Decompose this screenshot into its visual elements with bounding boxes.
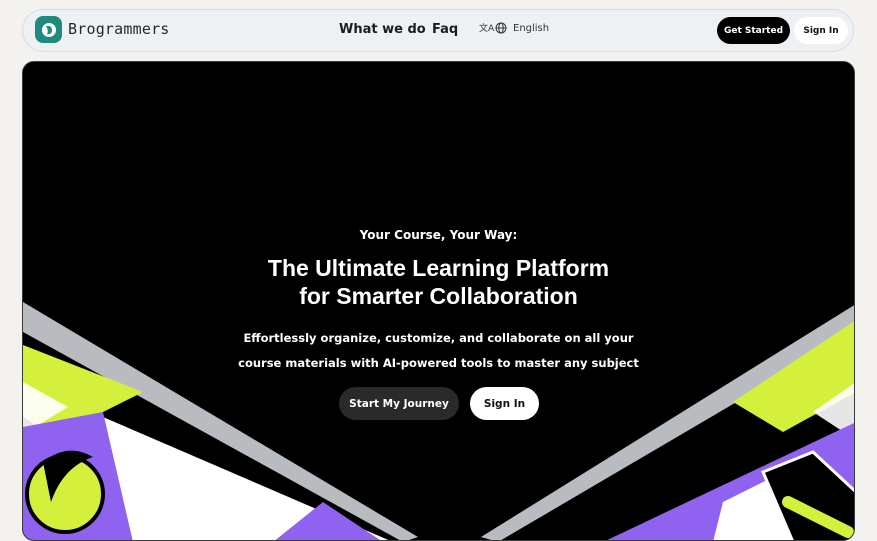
- hero-section: Your Course, Your Way: The Ultimate Lear…: [22, 61, 855, 541]
- hero-eyebrow: Your Course, Your Way:: [359, 228, 518, 242]
- brand-name[interactable]: Brogrammers: [68, 20, 170, 38]
- nav-what-we-do[interactable]: What we do: [339, 22, 426, 37]
- hero-headline-line-2: for Smarter Collaboration: [299, 283, 578, 309]
- hero-headline-line-1: The Ultimate Learning Platform: [267, 255, 610, 281]
- start-journey-button[interactable]: Start My Journey: [339, 387, 459, 420]
- language-label: English: [513, 22, 550, 34]
- hero-subheading-line-2: course materials with AI-powered tools t…: [238, 356, 639, 370]
- hero-subheading: Effortlessly organize, customize, and co…: [23, 326, 854, 376]
- sign-in-button[interactable]: Sign In: [794, 17, 848, 44]
- hero-sign-in-button[interactable]: Sign In: [470, 387, 539, 420]
- hero-subheading-line-1: Effortlessly organize, customize, and co…: [243, 331, 634, 345]
- nav-faq[interactable]: Faq: [432, 22, 458, 37]
- top-navbar: Brogrammers What we do Faq 文A English Ge…: [22, 9, 854, 52]
- language-selector[interactable]: 文A English: [479, 21, 549, 35]
- get-started-button[interactable]: Get Started: [717, 17, 790, 44]
- globe-icon: [495, 22, 507, 34]
- brand-logo-icon[interactable]: [35, 16, 62, 43]
- svg-text:文A: 文A: [479, 22, 495, 34]
- hero-headline: The Ultimate Learning Platform for Smart…: [23, 254, 854, 310]
